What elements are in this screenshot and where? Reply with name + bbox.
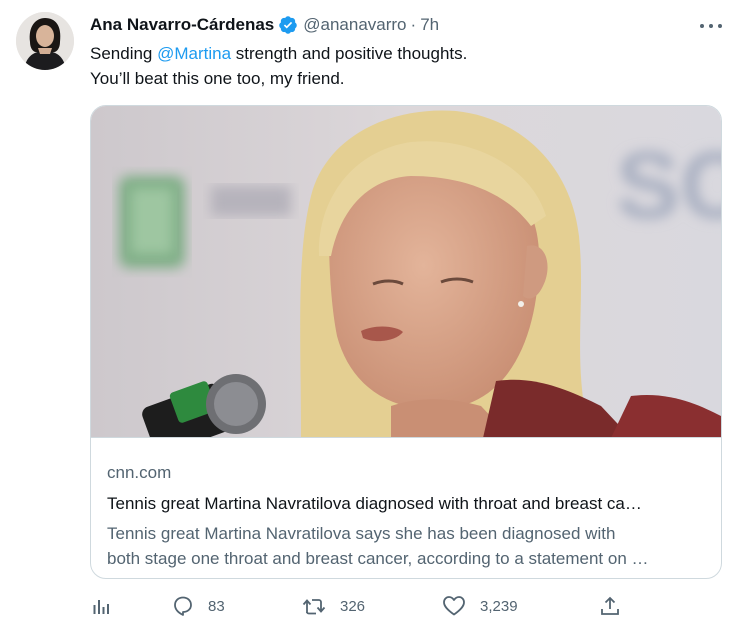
tweet-text: Sending @Martina strength and positive t… — [90, 41, 710, 91]
verified-badge-icon — [278, 15, 298, 35]
card-body: cnn.com Tennis great Martina Navratilova… — [107, 461, 707, 571]
tweet-text-segment: Sending — [90, 44, 158, 63]
tweet[interactable]: Ana Navarro-Cárdenas @ananavarro · 7h Se… — [0, 0, 742, 630]
link-card[interactable]: SC cnn.com Tennis great Martina Navr — [90, 105, 722, 579]
more-dot-icon — [700, 24, 704, 28]
avatar[interactable] — [16, 12, 74, 70]
share-button[interactable] — [599, 594, 621, 618]
heart-icon — [442, 595, 466, 617]
tweet-text-line-1: Sending @Martina strength and positive t… — [90, 41, 710, 66]
tweet-text-segment: strength and positive thoughts. — [231, 44, 468, 63]
more-dot-icon — [718, 24, 722, 28]
svg-text:SC: SC — [616, 132, 721, 239]
retweet-button[interactable]: 326 — [302, 594, 365, 618]
tweet-time[interactable]: 7h — [420, 15, 439, 35]
retweet-icon — [302, 595, 326, 617]
tweet-text-line-2: You’ll beat this one too, my friend. — [90, 69, 345, 88]
share-icon — [599, 595, 621, 617]
card-description-line-1: Tennis great Martina Navratilova says sh… — [107, 524, 616, 543]
card-description: Tennis great Martina Navratilova says sh… — [107, 521, 707, 571]
like-count: 3,239 — [480, 597, 518, 615]
reply-icon — [172, 595, 194, 617]
mention-link[interactable]: @Martina — [157, 44, 231, 63]
separator-dot: · — [410, 15, 417, 34]
author-handle[interactable]: @ananavarro — [303, 15, 406, 35]
reply-button[interactable]: 83 — [172, 594, 225, 618]
like-button[interactable]: 3,239 — [442, 594, 518, 618]
card-domain: cnn.com — [107, 463, 172, 482]
reply-count: 83 — [208, 597, 225, 615]
author-name[interactable]: Ana Navarro-Cárdenas — [90, 15, 274, 35]
tweet-actions: 83 326 3,239 — [90, 594, 630, 618]
more-options-button[interactable] — [697, 16, 725, 36]
analytics-icon — [92, 596, 112, 616]
more-dot-icon — [709, 24, 713, 28]
analytics-button[interactable] — [92, 594, 112, 618]
tweet-header: Ana Navarro-Cárdenas @ananavarro · 7h — [90, 13, 439, 37]
card-description-line-2: both stage one throat and breast cancer,… — [107, 549, 649, 568]
card-image[interactable]: SC — [91, 106, 721, 438]
retweet-count: 326 — [340, 597, 366, 615]
card-title: Tennis great Martina Navratilova diagnos… — [107, 494, 642, 513]
